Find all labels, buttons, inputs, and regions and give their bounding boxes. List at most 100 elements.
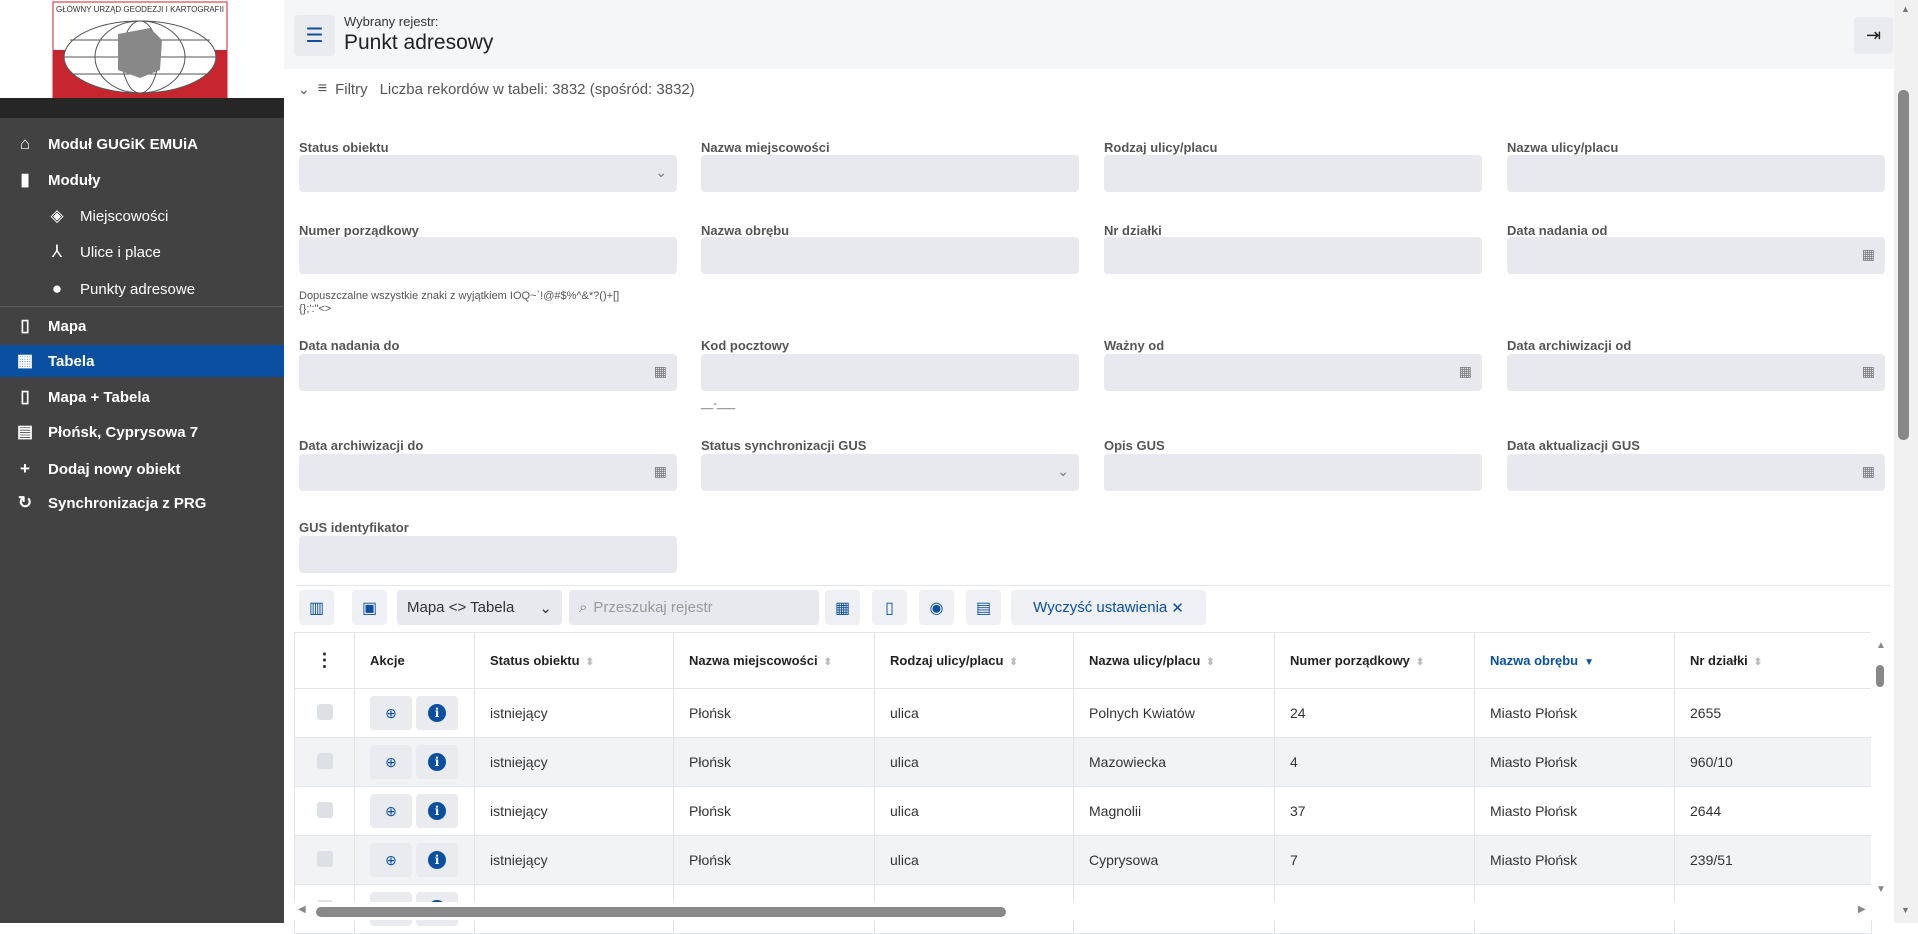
sidebar-item-mapa-tabela[interactable]: ▯ Mapa + Tabela xyxy=(0,381,284,413)
table-row[interactable]: ⊕ i istniejący Płońsk ulica Mazowiecka 4 Miasto… xyxy=(294,737,1872,787)
filter-0-label: Status obiektu xyxy=(299,140,389,155)
sidebar-item-tabela[interactable]: ▦ Tabela xyxy=(0,345,284,377)
column-menu: ⋮ xyxy=(294,632,355,689)
info-button[interactable]: i xyxy=(416,843,458,877)
zoom-to-button[interactable]: ⊕ xyxy=(370,696,412,730)
filter-16-input[interactable] xyxy=(299,536,677,573)
sidebar-item-dodaj[interactable]: + Dodaj nowy obiekt xyxy=(0,453,284,485)
column-header[interactable]: Nazwa ulicy/placu ⬍ xyxy=(1073,632,1275,689)
scroll-thumb[interactable] xyxy=(316,907,1006,917)
filter-13-select[interactable]: ⌄ xyxy=(701,454,1079,491)
row-checkbox[interactable] xyxy=(316,703,333,720)
info-button[interactable]: i xyxy=(416,745,458,779)
row-checkbox[interactable] xyxy=(316,752,333,769)
filter-9-input[interactable] xyxy=(701,354,1079,391)
chevron-down-icon: ⌄ xyxy=(539,599,552,617)
column-header[interactable]: Rodzaj ulicy/placu ⬍ xyxy=(874,632,1074,689)
filter-1-input[interactable] xyxy=(701,155,1079,192)
filter-0-select[interactable]: ⌄ xyxy=(299,155,677,192)
zoom-in-icon: ⊕ xyxy=(385,753,397,770)
filter-8-input[interactable]: ▦ xyxy=(299,354,677,391)
filters-toggle[interactable]: ⌄ ≡ Filtry Liczba rekordów w tabeli: 383… xyxy=(298,80,695,98)
scroll-thumb[interactable] xyxy=(1876,665,1884,687)
document-list-icon: ▤ xyxy=(975,599,992,617)
column-header-label: Status obiektu xyxy=(490,653,580,668)
sidebar-item-moduly[interactable]: ▮ Moduły xyxy=(0,164,284,196)
table-cell: ulica xyxy=(874,737,1074,787)
table-cell: 239/51 xyxy=(1674,835,1872,885)
table-row[interactable]: ⊕ i istniejący Płońsk ulica Polnych Kwiatów 24… xyxy=(294,688,1872,738)
view-select[interactable]: Mapa <> Tabela ⌄ xyxy=(397,590,562,625)
logo-strip xyxy=(0,98,284,118)
more-vertical-icon[interactable]: ⋮ xyxy=(316,650,334,670)
row-checkbox[interactable] xyxy=(316,801,333,818)
menu-button[interactable]: ☰ xyxy=(294,15,335,56)
table-cell: Płońsk xyxy=(673,737,875,787)
zoom-in-icon: ⊕ xyxy=(385,704,397,721)
map-view-button[interactable]: ▯ xyxy=(872,590,907,625)
merge-icon: ⅄ xyxy=(51,242,63,261)
list-button[interactable]: ▤ xyxy=(966,590,1001,625)
columns-button[interactable]: ▥ xyxy=(299,590,334,625)
row-checkbox-cell xyxy=(294,688,355,738)
table-row[interactable]: ⊕ i istniejący Płońsk ulica Cyprysowa 7 Miasto … xyxy=(294,835,1872,885)
filter-11-input[interactable]: ▦ xyxy=(1507,354,1885,391)
column-header-label: Nazwa ulicy/placu xyxy=(1089,653,1201,668)
sidebar-item-modul-gugik[interactable]: ⌂ Moduł GUGiK EMUiA xyxy=(0,128,284,160)
scroll-right-icon: ▶ xyxy=(1858,904,1866,915)
table-cell: ulica xyxy=(874,786,1074,836)
sort-desc-icon: ▼ xyxy=(1584,657,1595,668)
info-button[interactable]: i xyxy=(416,794,458,828)
table-cell: 24 xyxy=(1274,688,1475,738)
info-button[interactable]: i xyxy=(416,696,458,730)
column-header[interactable]: Nazwa obrębu ▼ xyxy=(1474,632,1675,689)
scroll-thumb[interactable] xyxy=(1898,90,1909,440)
filter-12-input[interactable]: ▦ xyxy=(299,454,677,491)
table-row[interactable]: ⊕ i istniejący Płońsk ulica Magnolii 37 Miasto … xyxy=(294,786,1872,836)
map-icon: ▯ xyxy=(885,599,894,617)
table-cell: Miasto Płońsk xyxy=(1474,835,1675,885)
row-checkbox[interactable] xyxy=(316,850,333,867)
table-cell: Polnych Kwiatów xyxy=(1073,688,1275,738)
logout-button[interactable]: ⇥ xyxy=(1854,17,1893,54)
sidebar-item-mapa[interactable]: ▯ Mapa xyxy=(0,310,284,342)
table-horizontal-scrollbar[interactable]: ◀ ▶ xyxy=(294,902,1874,920)
bookmarks-icon: ▮ xyxy=(20,170,30,189)
column-header[interactable]: Numer porządkowy ⬍ xyxy=(1274,632,1475,689)
filter-10-input[interactable]: ▦ xyxy=(1104,354,1482,391)
table-cell: 37 xyxy=(1274,786,1475,836)
filter-7-input[interactable]: ▦ xyxy=(1507,237,1885,274)
table-cell: Cyprysowa xyxy=(1073,835,1275,885)
page-scrollbar[interactable]: ▲ ▼ xyxy=(1894,0,1918,923)
filter-14-label: Opis GUS xyxy=(1104,438,1165,453)
zoom-to-button[interactable]: ⊕ xyxy=(370,745,412,779)
table-view-button[interactable]: ▦ xyxy=(825,590,860,625)
sidebar-item-synchronizacja[interactable]: ↻ Synchronizacja z PRG xyxy=(0,487,284,519)
sidebar-item-obiekt[interactable]: ▤ Płońsk, Cyprysowa 7 xyxy=(0,416,284,448)
clear-settings-button[interactable]: Wyczyść ustawienia ✕ xyxy=(1011,590,1206,625)
table-vertical-scrollbar[interactable]: ▲ ▼ xyxy=(1871,632,1889,902)
sidebar-item-ulice[interactable]: ⅄ Ulice i place xyxy=(0,236,284,268)
sidebar-item-punkty[interactable]: ● Punkty adresowe xyxy=(0,273,284,305)
table-cell: ulica xyxy=(874,688,1074,738)
filter-4-input[interactable] xyxy=(299,237,677,274)
search-input[interactable]: ⌕ Przeszukaj rejestr xyxy=(569,590,819,625)
sidebar-item-miejscowosci[interactable]: ◈ Miejscowości xyxy=(0,200,284,232)
save-button[interactable]: ▣ xyxy=(352,590,387,625)
locate-button[interactable]: ◉ xyxy=(919,590,954,625)
filter-2-input[interactable] xyxy=(1104,155,1482,192)
zoom-in-icon: ⊕ xyxy=(385,851,397,868)
column-header[interactable]: Nr działki ⬍ xyxy=(1674,632,1872,689)
column-header[interactable]: Status obiektu ⬍ xyxy=(474,632,674,689)
zoom-to-button[interactable]: ⊕ xyxy=(370,843,412,877)
filter-14-input[interactable] xyxy=(1104,454,1482,491)
zoom-to-button[interactable]: ⊕ xyxy=(370,794,412,828)
row-checkbox-cell xyxy=(294,786,355,836)
table-cell: Płońsk xyxy=(673,835,875,885)
column-header[interactable]: Nazwa miejscowości ⬍ xyxy=(673,632,875,689)
map-pin-icon: ● xyxy=(51,279,63,298)
filter-5-input[interactable] xyxy=(701,237,1079,274)
filter-3-input[interactable] xyxy=(1507,155,1885,192)
filter-15-input[interactable]: ▦ xyxy=(1507,454,1885,491)
filter-6-input[interactable] xyxy=(1104,237,1482,274)
